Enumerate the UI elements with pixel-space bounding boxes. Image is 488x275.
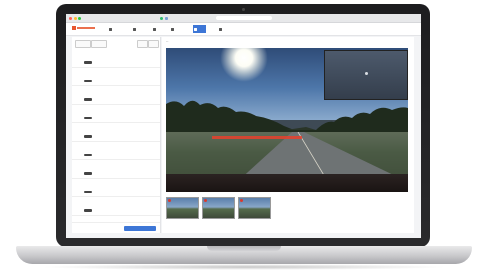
browser-toolbar — [66, 14, 421, 23]
logo-mark-icon — [72, 26, 95, 30]
nav-item-fleet[interactable] — [152, 25, 163, 33]
event-tag — [84, 135, 92, 138]
map-icon — [219, 27, 222, 31]
home-icon — [109, 27, 112, 31]
laptop-shadow — [40, 264, 448, 270]
report-icon — [171, 27, 174, 31]
thumbnail[interactable] — [166, 197, 199, 225]
viewer-title: ← — [166, 39, 169, 43]
nav-item-reports[interactable] — [170, 25, 183, 33]
thumbnail[interactable] — [238, 197, 271, 225]
video-icon — [194, 27, 197, 31]
list-item[interactable] — [72, 142, 160, 160]
alert-marker-icon — [203, 198, 207, 202]
list-item[interactable] — [72, 68, 160, 86]
primary-button[interactable] — [124, 225, 156, 231]
thumbnail[interactable] — [202, 197, 235, 225]
panel-footer — [72, 222, 160, 233]
filter-button[interactable] — [137, 40, 148, 48]
list-item[interactable] — [72, 49, 160, 68]
treeline — [166, 100, 408, 136]
list-item[interactable] — [72, 160, 160, 179]
event-tag — [84, 153, 92, 156]
nav-item-events[interactable] — [132, 25, 143, 33]
bookmark-icon[interactable] — [165, 16, 168, 20]
detection-zone — [212, 136, 302, 139]
laptop-screen: ← — [66, 14, 421, 238]
truck-icon — [153, 27, 156, 31]
event-tag — [84, 116, 92, 119]
filter-row — [75, 40, 159, 48]
list-item[interactable] — [72, 123, 160, 142]
event-list — [72, 49, 160, 216]
cabin-light — [365, 72, 368, 75]
app-header — [66, 23, 421, 36]
extension-icon[interactable] — [160, 16, 163, 20]
settings-button[interactable] — [148, 40, 159, 48]
list-item[interactable] — [72, 179, 160, 197]
vehicle-dashboard — [166, 174, 408, 192]
close-window-button[interactable] — [69, 16, 72, 20]
address-bar[interactable] — [216, 16, 272, 20]
event-tag — [84, 209, 92, 212]
alert-marker-icon — [167, 198, 171, 202]
minimize-window-button[interactable] — [73, 16, 77, 20]
app-logo[interactable] — [72, 25, 96, 33]
webcam — [242, 8, 245, 11]
dashcam-video[interactable] — [166, 48, 408, 192]
laptop-notch — [207, 246, 281, 251]
nav-item-video[interactable] — [193, 25, 206, 33]
secondary-button[interactable] — [80, 226, 110, 231]
filter-select[interactable] — [75, 40, 91, 48]
thumbnail-strip — [166, 197, 408, 227]
event-tag — [84, 98, 92, 101]
list-item[interactable] — [72, 197, 160, 216]
driver-camera-pip[interactable] — [324, 50, 408, 100]
list-icon — [133, 27, 136, 31]
window-controls — [69, 16, 83, 21]
events-panel — [72, 37, 161, 233]
list-item[interactable] — [72, 86, 160, 105]
maximize-window-button[interactable] — [78, 16, 81, 20]
event-tag — [84, 79, 92, 82]
video-viewer: ← — [162, 37, 414, 233]
nav-item-home[interactable] — [108, 25, 121, 33]
sort-select[interactable] — [91, 40, 107, 48]
list-item[interactable] — [72, 105, 160, 123]
nav-item-map[interactable] — [218, 25, 232, 33]
event-tag — [84, 172, 92, 175]
back-arrow-icon[interactable]: ← — [166, 39, 169, 43]
alert-marker-icon — [239, 198, 243, 202]
event-tag — [84, 61, 92, 64]
event-tag — [84, 190, 92, 193]
